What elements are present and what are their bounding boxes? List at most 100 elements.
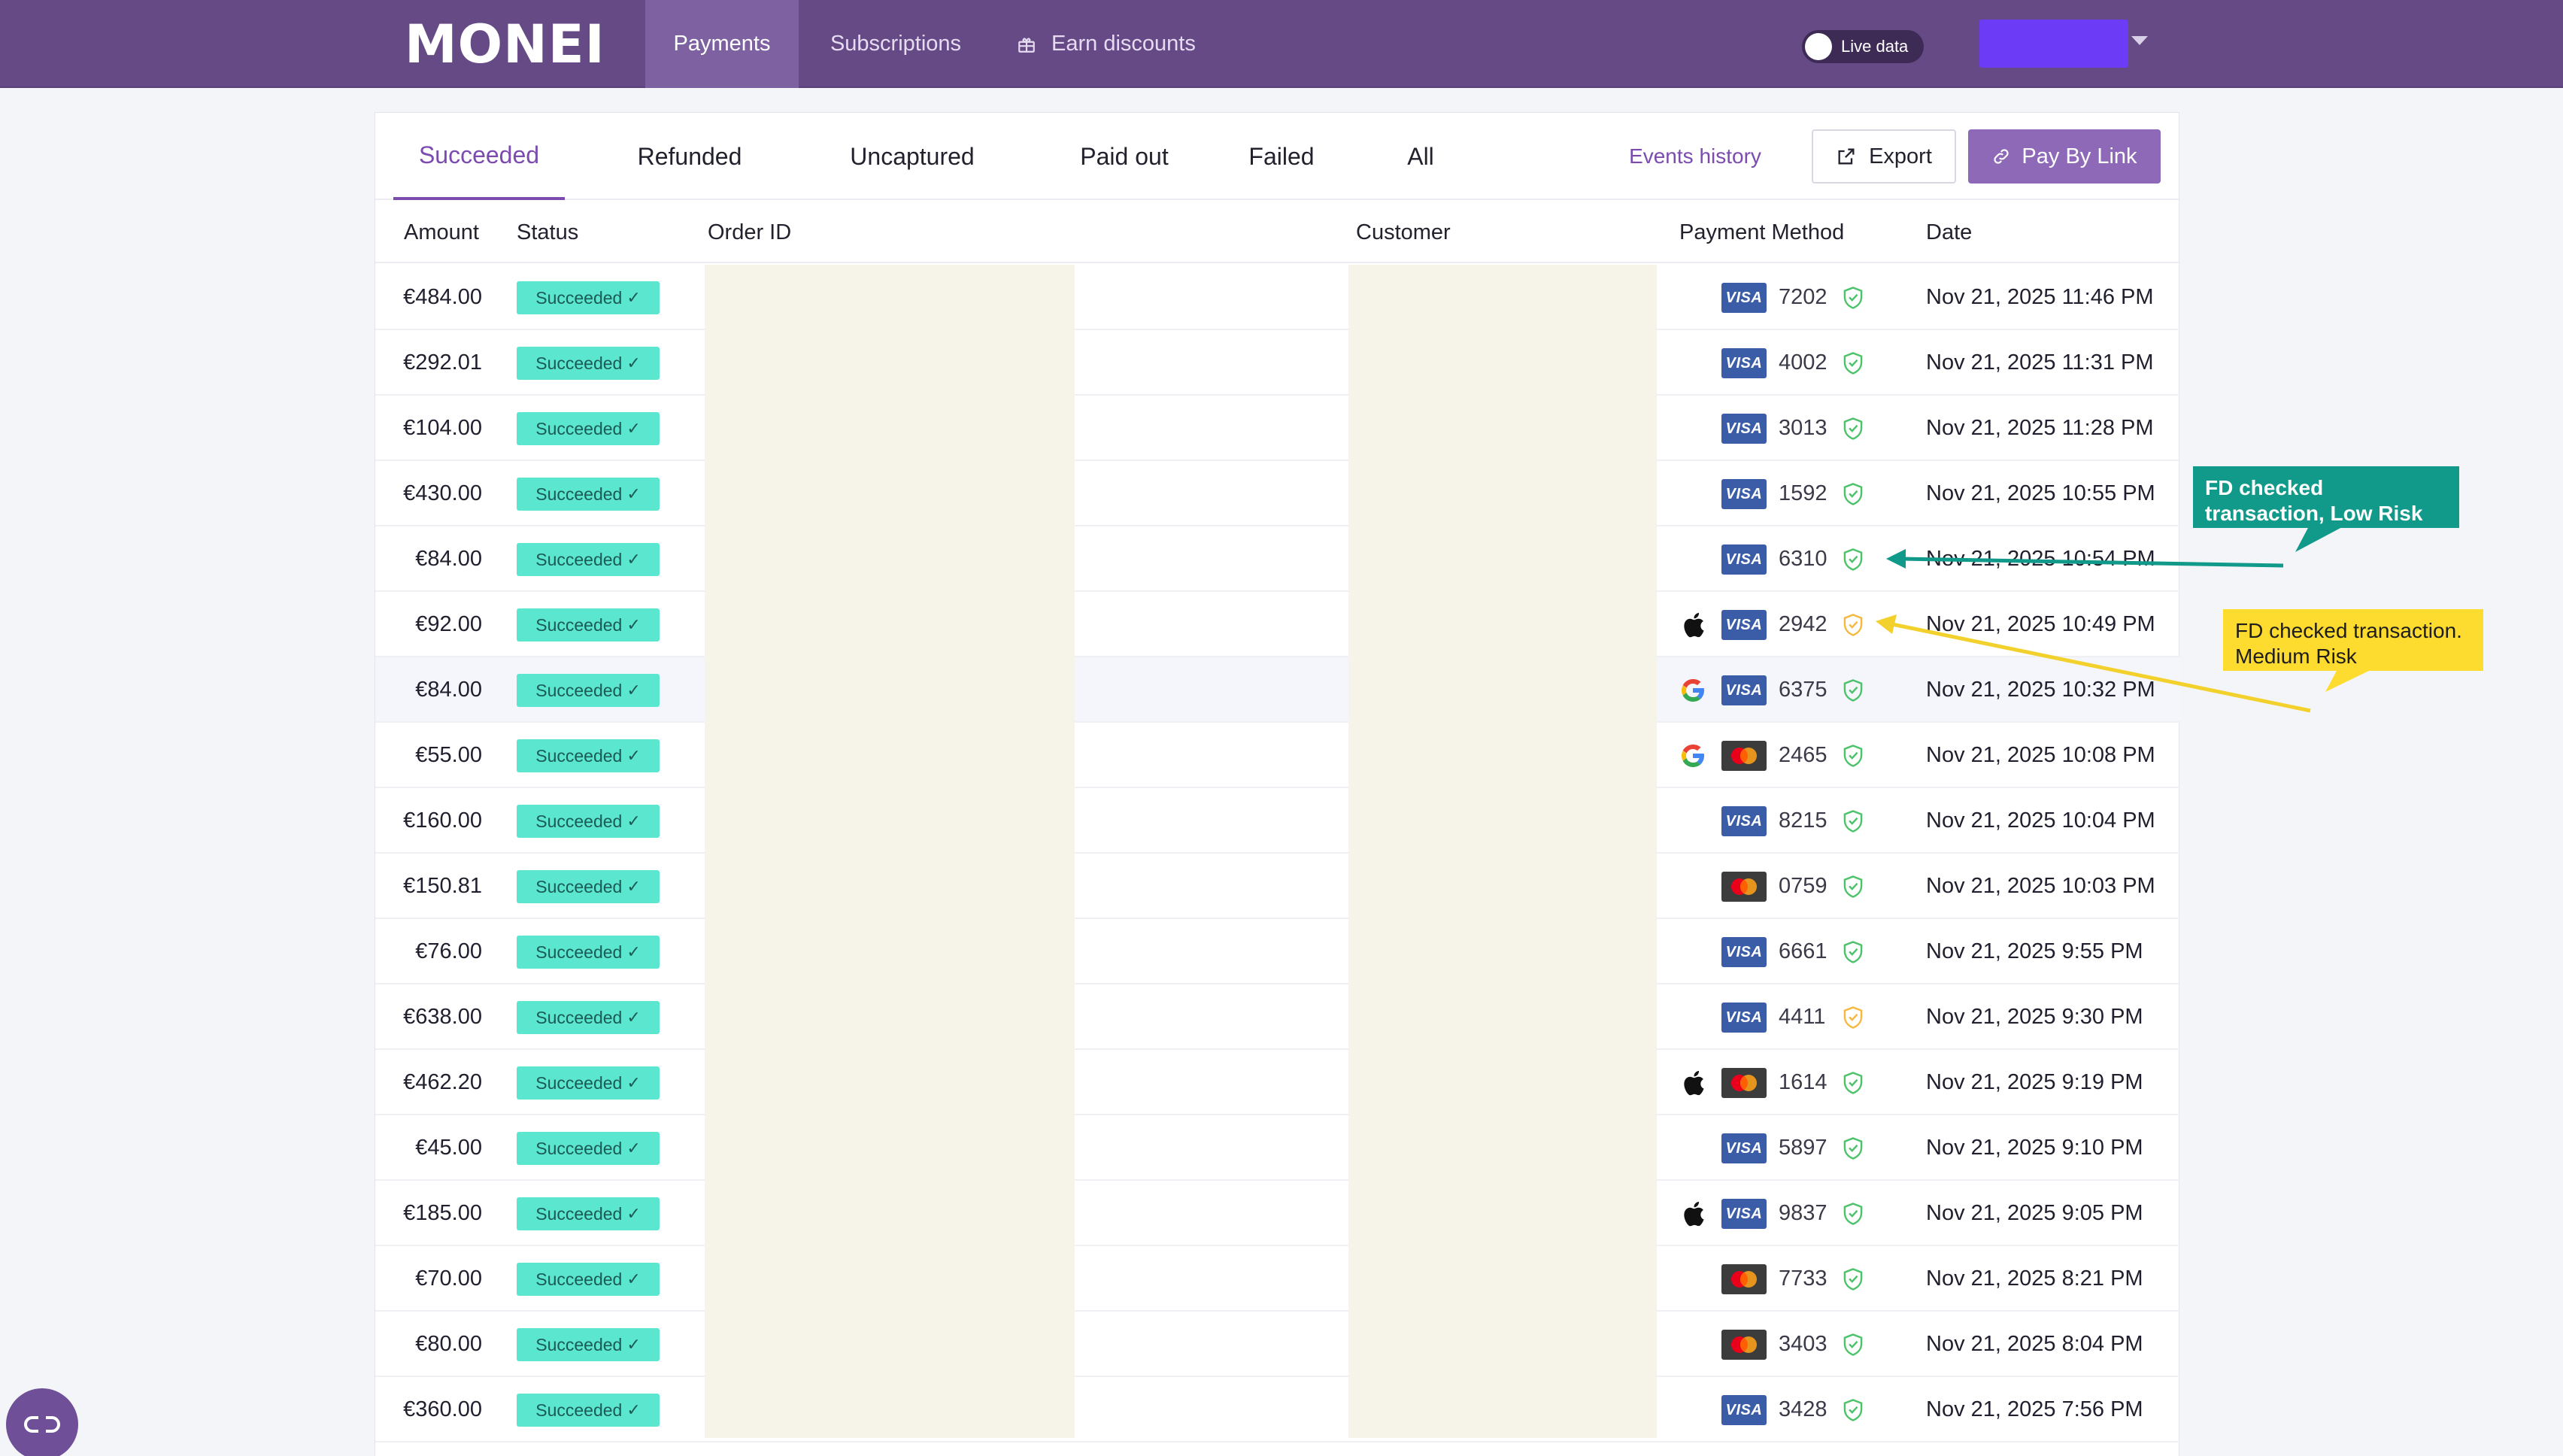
shield-low-risk-icon[interactable] (1842, 875, 1864, 899)
status-badge: Succeeded ✓ (517, 1001, 660, 1034)
card-last4: 1592 (1779, 481, 1827, 505)
table-row[interactable]: €360.00 Succeeded ✓ VISA 3428 Nov 21, 2025 7:… (375, 1377, 2180, 1442)
nav-earn-discounts[interactable]: Earn discounts (1017, 0, 1212, 88)
shield-low-risk-icon[interactable] (1842, 744, 1864, 768)
table-row[interactable]: €84.00 Succeeded ✓ VISA 6375 Nov 21, 2025 10:… (375, 657, 2180, 723)
status-badge-label: Succeeded (535, 745, 623, 766)
tab-refunded[interactable]: Refunded (614, 113, 765, 200)
table-row[interactable]: €150.81 Succeeded ✓ 0759 Nov 21, 2025 10:03 … (375, 854, 2180, 919)
chat-widget-button[interactable] (6, 1388, 78, 1456)
nav-subscriptions[interactable]: Subscriptions (812, 0, 979, 88)
amount-cell: €45.00 (415, 1136, 482, 1160)
external-link-icon (1838, 148, 1855, 165)
table-row[interactable]: €430.00 Succeeded ✓ VISA 1592 Nov 21, 2025 10… (375, 461, 2180, 526)
column-header-amount[interactable]: Amount (404, 202, 479, 263)
tab-succeeded[interactable]: Succeeded (393, 113, 565, 200)
status-badge: Succeeded ✓ (517, 1394, 660, 1427)
google-pay-icon (1678, 675, 1708, 705)
table-row[interactable]: €185.00 Succeeded ✓ VISA 9837 Nov 21, 2025 9:… (375, 1181, 2180, 1246)
redacted-customer-column (1348, 265, 1657, 1438)
check-icon: ✓ (626, 419, 641, 438)
card-last4: 4411 (1779, 1005, 1826, 1029)
amount-cell: €70.00 (415, 1266, 482, 1291)
column-header-payment-method[interactable]: Payment Method (1679, 202, 1844, 263)
shield-low-risk-icon[interactable] (1842, 1071, 1864, 1095)
pay-by-link-button[interactable]: Pay By Link (1968, 129, 2161, 184)
link-icon (1994, 149, 2009, 164)
table-row[interactable]: €84.00 Succeeded ✓ VISA 6310 Nov 21, 2025 10:… (375, 526, 2180, 592)
column-header-customer[interactable]: Customer (1356, 202, 1451, 263)
status-badge: Succeeded ✓ (517, 608, 660, 642)
table-row[interactable]: €462.20 Succeeded ✓ 1614 Nov 21, 2025 9:19 P… (375, 1050, 2180, 1115)
status-badge: Succeeded ✓ (517, 347, 660, 380)
table-row[interactable]: €45.00 Succeeded ✓ VISA 5897 Nov 21, 2025 9:1… (375, 1115, 2180, 1181)
monei-logo[interactable]: MONEI (405, 15, 605, 74)
shield-low-risk-icon[interactable] (1842, 286, 1864, 310)
shield-low-risk-icon[interactable] (1842, 1398, 1864, 1422)
visa-card-icon: VISA (1721, 1133, 1767, 1163)
check-icon: ✓ (626, 1139, 641, 1157)
tab-all[interactable]: All (1376, 113, 1466, 200)
column-header-status[interactable]: Status (517, 202, 578, 263)
table-row[interactable]: €484.00 Succeeded ✓ VISA 7202 Nov 21, 2025 11… (375, 265, 2180, 330)
table-row[interactable]: €55.00 Succeeded ✓ 2465 Nov 21, 2025 10:08 P… (375, 723, 2180, 788)
shield-low-risk-icon[interactable] (1842, 482, 1864, 506)
shield-medium-risk-icon[interactable] (1842, 613, 1864, 637)
apple-pay-icon (1678, 1068, 1708, 1098)
card-last4: 3403 (1779, 1332, 1827, 1356)
table-row[interactable]: €76.00 Succeeded ✓ VISA 6661 Nov 21, 2025 9:5… (375, 919, 2180, 984)
export-button[interactable]: Export (1812, 129, 1956, 184)
tab-uncaptured[interactable]: Uncaptured (816, 113, 1009, 200)
mastercard-icon (1721, 1068, 1767, 1098)
date-cell: Nov 21, 2025 9:19 PM (1926, 1070, 2143, 1094)
status-badge: Succeeded ✓ (517, 281, 660, 314)
shield-low-risk-icon[interactable] (1842, 940, 1864, 964)
shield-low-risk-icon[interactable] (1842, 1267, 1864, 1291)
amount-cell: €638.00 (403, 1005, 482, 1029)
check-icon: ✓ (626, 615, 641, 634)
shield-low-risk-icon[interactable] (1842, 678, 1864, 702)
nav-payments[interactable]: Payments (645, 0, 799, 88)
shield-low-risk-icon[interactable] (1842, 548, 1864, 572)
table-row[interactable]: €104.00 Succeeded ✓ VISA 3013 Nov 21, 2025 11… (375, 396, 2180, 461)
card-last4: 3013 (1779, 416, 1827, 440)
table-row[interactable]: €70.00 Succeeded ✓ 7733 Nov 21, 2025 8:21 PM (375, 1246, 2180, 1312)
status-badge-label: Succeeded (535, 1138, 623, 1158)
table-row[interactable]: €292.01 Succeeded ✓ VISA 4002 Nov 21, 2025 11… (375, 330, 2180, 396)
table-header: Amount Status Order ID Customer Payment … (375, 202, 2180, 263)
shield-low-risk-icon[interactable] (1842, 1136, 1864, 1160)
shield-low-risk-icon[interactable] (1842, 1333, 1864, 1357)
card-last4: 6661 (1779, 939, 1827, 963)
status-badge-label: Succeeded (535, 1400, 623, 1420)
shield-low-risk-icon[interactable] (1842, 351, 1864, 375)
account-menu-button[interactable] (1979, 20, 2128, 68)
tab-paid-out[interactable]: Paid out (1049, 113, 1200, 200)
table-row[interactable]: €92.00 Succeeded ✓ VISA 2942 Nov 21, 2025 10:… (375, 592, 2180, 657)
status-badge-label: Succeeded (535, 1203, 623, 1224)
status-badge-label: Succeeded (535, 549, 623, 569)
live-data-toggle[interactable]: Live data (1802, 30, 1924, 63)
shield-low-risk-icon[interactable] (1842, 417, 1864, 441)
chevron-down-icon[interactable] (2131, 36, 2148, 45)
top-navigation-bar: MONEI Payments Subscriptions Earn discou… (0, 0, 2563, 88)
check-icon: ✓ (626, 746, 641, 765)
events-history-link[interactable]: Events history (1594, 141, 1797, 171)
table-row[interactable]: €80.00 Succeeded ✓ 3403 Nov 21, 2025 8:04 PM (375, 1312, 2180, 1377)
visa-card-icon: VISA (1721, 610, 1767, 640)
shield-low-risk-icon[interactable] (1842, 809, 1864, 833)
card-last4: 2942 (1779, 612, 1827, 636)
table-row[interactable]: €160.00 Succeeded ✓ VISA 8215 Nov 21, 2025 10… (375, 788, 2180, 854)
amount-cell: €55.00 (415, 743, 482, 767)
shield-low-risk-icon[interactable] (1842, 1202, 1864, 1226)
column-header-date[interactable]: Date (1926, 202, 1972, 263)
payments-panel: Succeeded Refunded Uncaptured Paid out F… (375, 112, 2180, 1456)
apple-pay-icon (1678, 610, 1708, 640)
shield-medium-risk-icon[interactable] (1842, 1006, 1864, 1030)
tab-failed[interactable]: Failed (1225, 113, 1338, 200)
mastercard-icon (1721, 1330, 1767, 1360)
callout-medium-tail (2325, 669, 2372, 692)
column-header-order-id[interactable]: Order ID (708, 202, 791, 263)
mastercard-icon (1721, 741, 1767, 771)
visa-card-icon: VISA (1721, 544, 1767, 575)
table-row[interactable]: €638.00 Succeeded ✓ VISA 4411 Nov 21, 2025 9:… (375, 984, 2180, 1050)
